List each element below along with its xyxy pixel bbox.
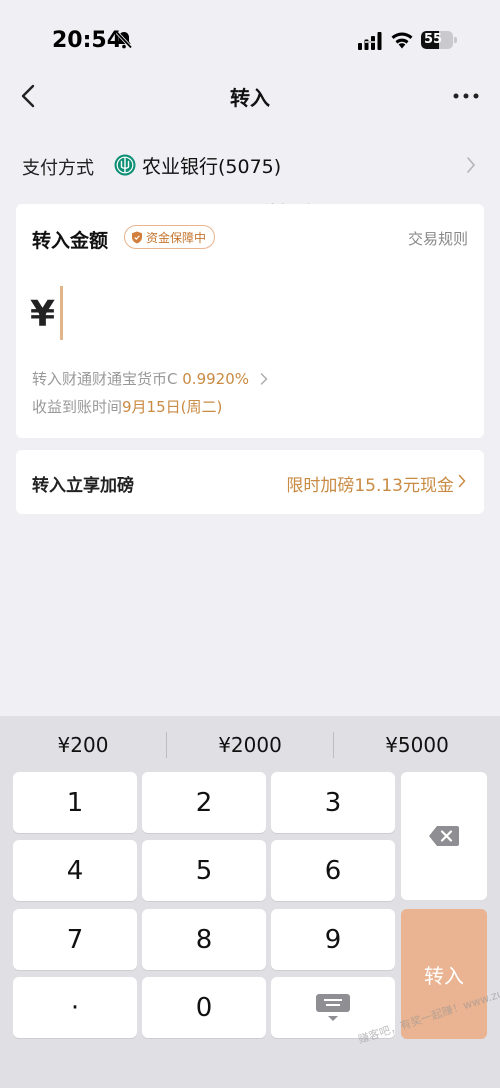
fund-name: 转入财通财通宝货币C — [32, 370, 178, 388]
arrival-info: 收益到账时间9月15日(周二) — [32, 396, 222, 417]
quick-amount-2000[interactable]: ¥2000 — [167, 716, 333, 772]
badge-label: 资金保障中 — [146, 230, 207, 245]
bell-off-icon — [115, 31, 133, 49]
payment-method-label: 支付方式 — [22, 158, 94, 179]
amount-input[interactable] — [60, 286, 63, 340]
status-bar: 20:54 55 — [0, 0, 500, 74]
quick-amount-200[interactable]: ¥200 — [0, 716, 166, 772]
amount-card: 转入金额 资金保障中 交易规则 ¥ 转入财通财通宝货币C 0.9920% 收益到… — [16, 204, 484, 438]
key-8[interactable]: 8 — [142, 909, 266, 970]
ellipsis-icon[interactable] — [452, 92, 480, 100]
chevron-right-icon — [467, 157, 476, 173]
key-0[interactable]: 0 — [142, 977, 266, 1038]
boost-value: 限时加磅15.13元现金 — [286, 476, 454, 496]
boost-card[interactable]: 转入立享加磅 限时加磅15.13元现金 — [16, 450, 484, 514]
key-4[interactable]: 4 — [13, 840, 137, 901]
bank-logo-icon — [114, 154, 136, 176]
bank-name: 农业银行(5075) — [142, 156, 282, 178]
key-3[interactable]: 3 — [271, 772, 395, 833]
key-1[interactable]: 1 — [13, 772, 137, 833]
page-title: 转入 — [230, 86, 270, 110]
keyboard-hide-icon — [316, 993, 350, 1021]
battery-icon: 55 — [421, 31, 457, 49]
key-7[interactable]: 7 — [13, 909, 137, 970]
amount-title: 转入金额 — [32, 230, 109, 252]
quick-amount-row: ¥200 ¥2000 ¥5000 — [0, 716, 500, 772]
key-6[interactable]: 6 — [271, 840, 395, 901]
arrival-date: 9月15日(周二) — [122, 398, 223, 416]
trading-rules-link[interactable]: 交易规则 — [408, 228, 468, 249]
key-decimal[interactable]: · — [13, 977, 137, 1038]
battery-level: 55 — [423, 32, 443, 47]
boost-label: 转入立享加磅 — [32, 476, 134, 496]
arrival-label: 收益到账时间 — [32, 398, 123, 416]
nav-bar: 转入 — [0, 74, 500, 118]
wifi-icon — [391, 32, 413, 49]
fund-rate: 0.9920% — [182, 370, 250, 388]
numeric-keyboard: ¥200 ¥2000 ¥5000 1 2 3 4 5 6 7 8 9 · 0 转… — [0, 716, 500, 1088]
fund-info[interactable]: 转入财通财通宝货币C 0.9920% — [32, 368, 268, 389]
key-2[interactable]: 2 — [142, 772, 266, 833]
key-5[interactable]: 5 — [142, 840, 266, 901]
chevron-right-icon — [260, 373, 268, 385]
status-time: 20:54 — [52, 28, 123, 53]
fund-security-badge: 资金保障中 — [124, 225, 216, 249]
backspace-icon — [429, 826, 459, 846]
quick-amount-5000[interactable]: ¥5000 — [334, 716, 500, 772]
currency-symbol: ¥ — [30, 294, 56, 335]
payment-method-row[interactable]: 支付方式 农业银行(5075) — [0, 138, 500, 192]
key-9[interactable]: 9 — [271, 909, 395, 970]
delete-button[interactable] — [401, 772, 487, 900]
shield-check-icon — [132, 231, 142, 243]
chevron-right-icon — [458, 474, 466, 488]
cellular-signal-icon — [358, 32, 382, 50]
